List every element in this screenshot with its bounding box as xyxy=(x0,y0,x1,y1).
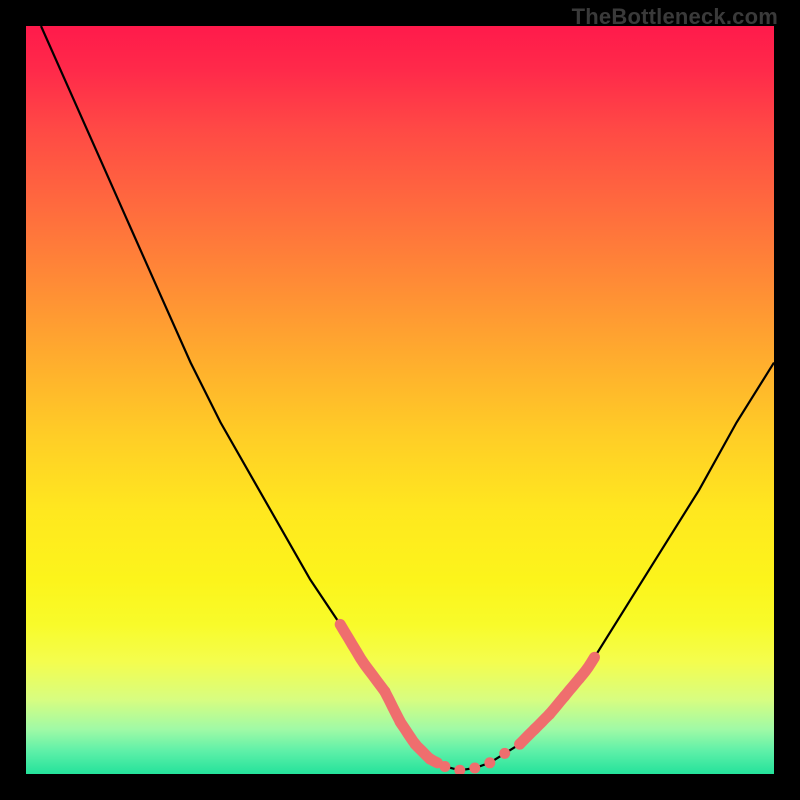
valley-dot xyxy=(395,716,406,727)
valley-dot xyxy=(439,761,450,772)
curve-svg xyxy=(26,26,774,774)
valley-dot xyxy=(574,673,585,684)
valley-dot xyxy=(424,754,435,765)
valley-dot xyxy=(529,724,540,735)
valley-dot xyxy=(544,709,555,720)
valley-dot xyxy=(559,691,570,702)
plot-area xyxy=(26,26,774,774)
valley-dot xyxy=(514,739,525,750)
valley-dot xyxy=(410,739,421,750)
valley-dot xyxy=(380,686,391,697)
valley-dot xyxy=(499,748,510,759)
bottleneck-curve xyxy=(41,26,774,770)
valley-dot xyxy=(469,763,480,774)
curve-layer xyxy=(41,26,774,774)
valley-dot xyxy=(484,757,495,768)
valley-dot xyxy=(454,765,465,774)
chart-frame: TheBottleneck.com xyxy=(0,0,800,800)
